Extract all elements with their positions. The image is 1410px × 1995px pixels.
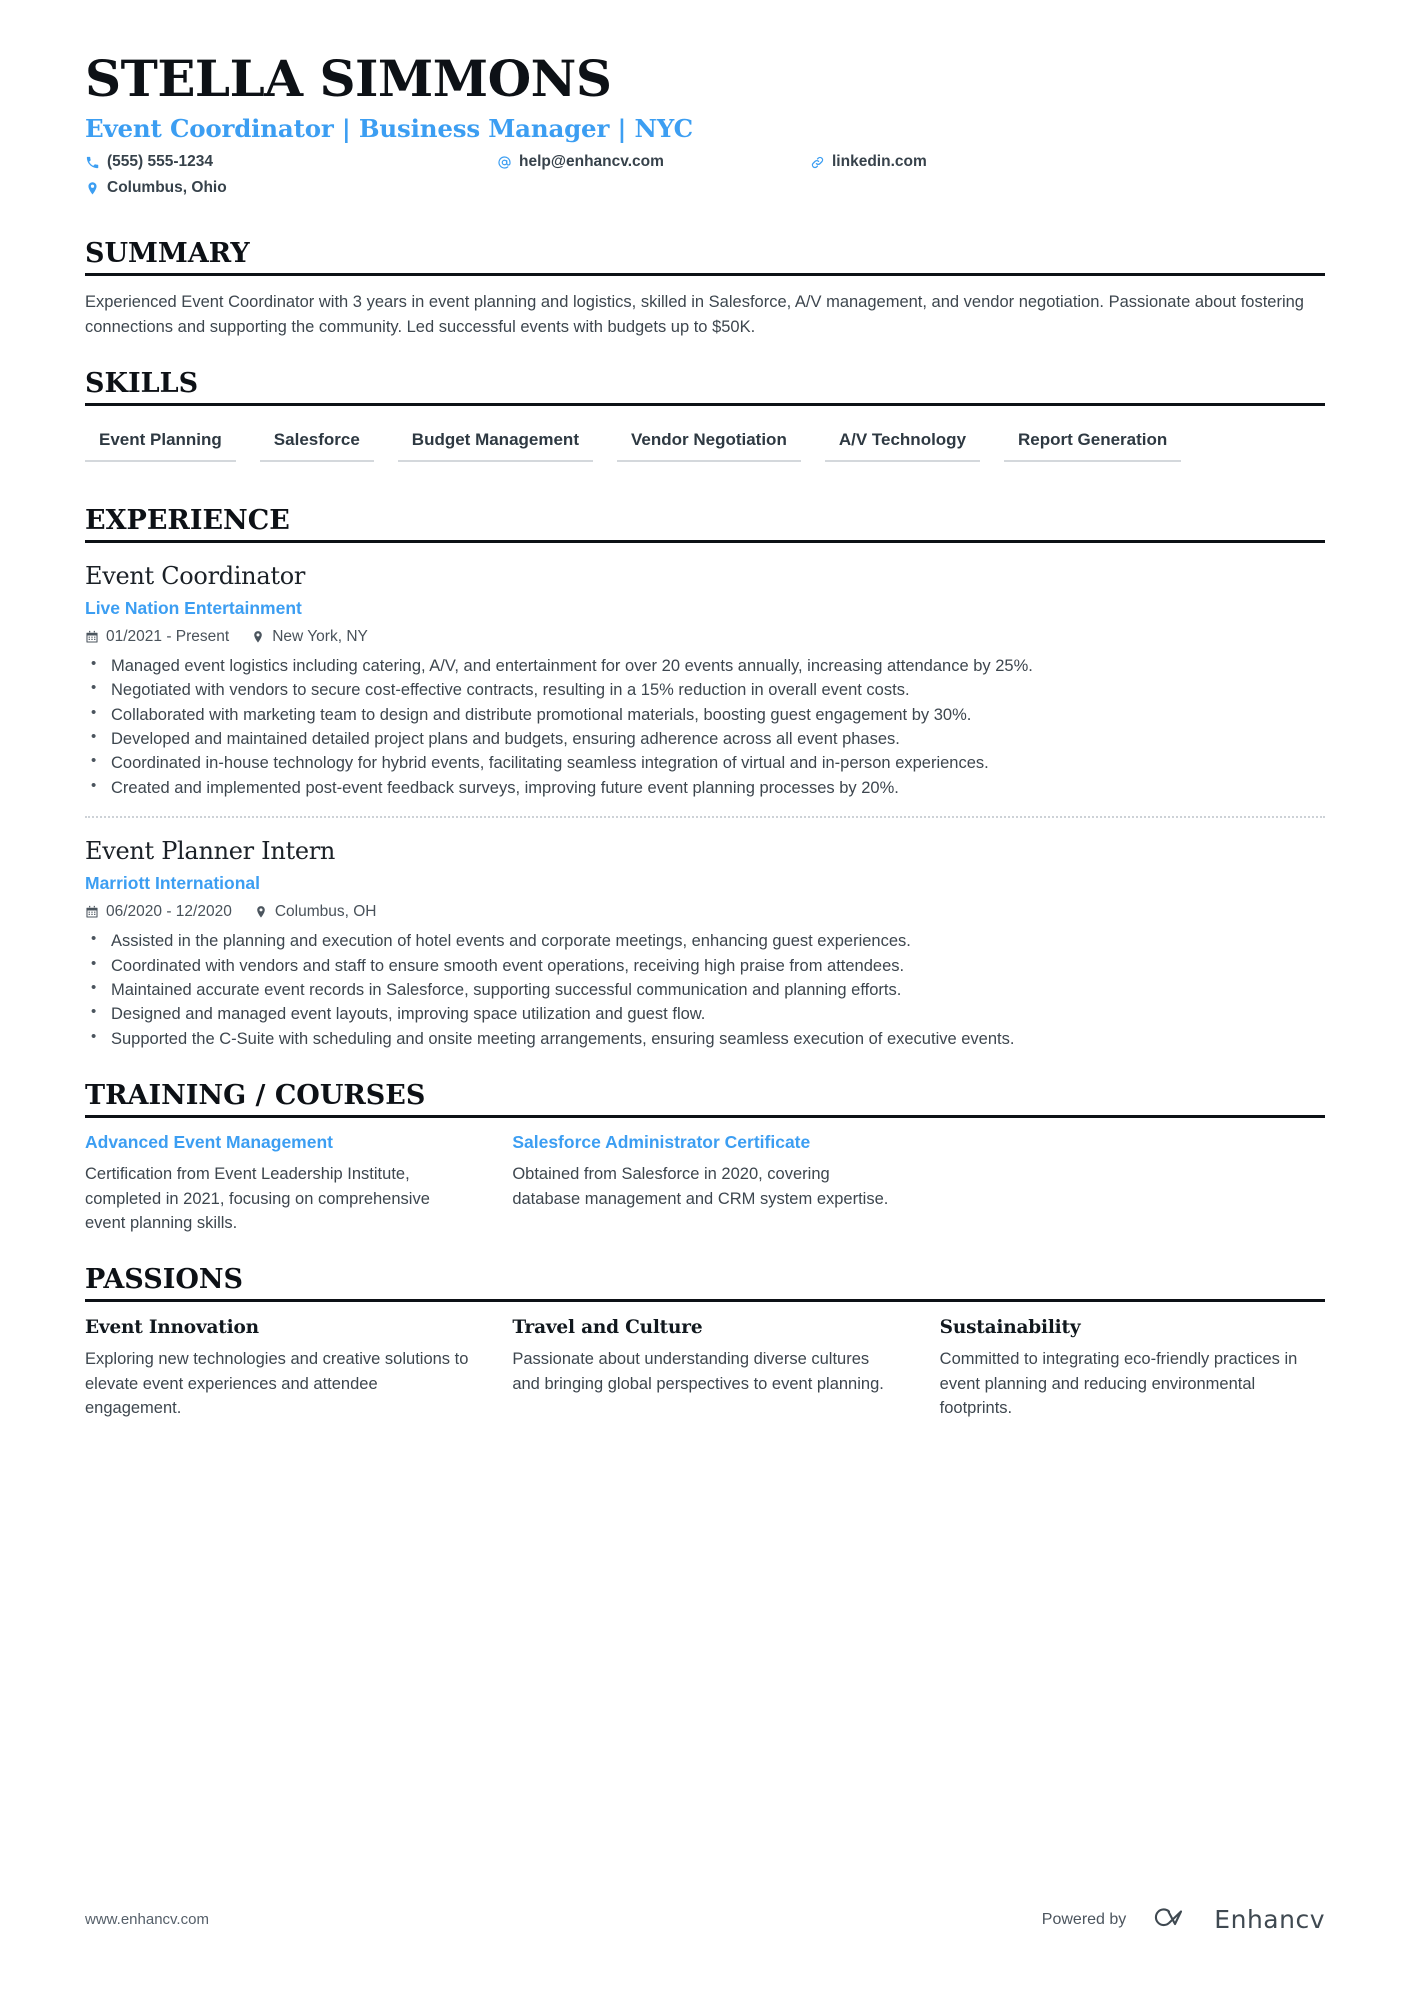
passion-title: Travel and Culture (512, 1317, 703, 1339)
section-summary: SUMMARY Experienced Event Coordinator wi… (85, 238, 1325, 339)
section-rule (85, 1115, 1325, 1119)
job-bullets: Managed event logistics including cateri… (85, 653, 1325, 800)
section-rule (85, 1299, 1325, 1303)
training-description: Obtained from Salesforce in 2020, coveri… (512, 1165, 889, 1208)
phone-icon (85, 155, 100, 170)
job-title: Event Coordinator (85, 561, 306, 590)
job-bullet: Assisted in the planning and execution o… (85, 928, 1325, 953)
training-entry-empty (940, 1132, 1325, 1235)
map-pin-icon (251, 630, 265, 644)
section-experience: EXPERIENCE Event Coordinator Live Nation… (85, 504, 1325, 1052)
section-training: TRAINING / COURSES Advanced Event Manage… (85, 1081, 1325, 1235)
section-rule (85, 403, 1325, 407)
contact-location-text: Columbus, Ohio (107, 179, 227, 197)
training-title[interactable]: Salesforce Administrator Certificate (512, 1132, 897, 1154)
resume-page: STELLA SIMMONS Event Coordinator | Busin… (0, 0, 1410, 1995)
training-list: Advanced Event Management Certification … (85, 1132, 1325, 1235)
professional-headline: Event Coordinator | Business Manager | N… (85, 114, 693, 143)
job-dates-text: 06/2020 - 12/2020 (106, 903, 232, 921)
contact-phone-text: (555) 555-1234 (107, 153, 213, 171)
footer-brand: Powered by Enhancv (1042, 1902, 1325, 1937)
job-bullet: Coordinated in-house technology for hybr… (85, 750, 1325, 775)
section-skills: SKILLS Event Planning Salesforce Budget … (85, 367, 1325, 476)
experience-entry: Event Planner Intern Marriott Internatio… (85, 832, 1325, 1051)
page-title: STELLA SIMMONS (85, 49, 612, 108)
calendar-icon (85, 905, 99, 919)
skill-chip: Report Generation (1004, 420, 1182, 462)
job-bullet: Created and implemented post-event feedb… (85, 775, 1325, 800)
powered-by-label: Powered by (1041, 1910, 1127, 1928)
skill-chip: Salesforce (259, 420, 374, 462)
section-rule (85, 539, 1325, 543)
resume-header: STELLA SIMMONS Event Coordinator | Busin… (85, 0, 1325, 209)
contact-link-text: linkedin.com (832, 153, 927, 171)
job-location: Columbus, OH (254, 903, 377, 921)
experience-divider (85, 816, 1325, 819)
job-bullet: Developed and maintained detailed projec… (85, 726, 1325, 751)
section-passions: PASSIONS Event Innovation Exploring new … (85, 1264, 1325, 1420)
job-meta: 01/2021 - Present New York, NY (85, 628, 1325, 646)
contact-link[interactable]: linkedin.com (810, 153, 927, 171)
link-icon (810, 155, 825, 170)
section-title-experience: EXPERIENCE (85, 504, 290, 536)
job-bullet: Negotiated with vendors to secure cost-e… (85, 677, 1325, 702)
job-company[interactable]: Marriott International (85, 873, 1325, 894)
training-entry: Salesforce Administrator Certificate Obt… (512, 1132, 897, 1235)
map-pin-icon (85, 181, 100, 196)
section-title-training: TRAINING / COURSES (85, 1080, 426, 1112)
summary-text: Experienced Event Coordinator with 3 yea… (85, 293, 1304, 336)
skill-chip: Event Planning (85, 420, 236, 462)
job-bullet: Coordinated with vendors and staff to en… (85, 953, 1325, 978)
job-location: New York, NY (251, 628, 368, 646)
passion-description: Passionate about understanding diverse c… (512, 1350, 884, 1393)
passion-entry: Travel and Culture Passionate about unde… (512, 1316, 897, 1420)
job-location-text: New York, NY (272, 627, 368, 645)
skills-list: Event Planning Salesforce Budget Managem… (85, 420, 1325, 475)
map-pin-icon (254, 905, 268, 919)
passions-list: Event Innovation Exploring new technolog… (85, 1316, 1325, 1420)
passion-title: Event Innovation (85, 1317, 259, 1339)
job-bullet: Managed event logistics including cateri… (85, 653, 1325, 678)
job-company[interactable]: Live Nation Entertainment (85, 598, 1325, 619)
enhancv-logo: Enhancv (1148, 1902, 1325, 1937)
contact-details: (555) 555-1234 help@enhancv.com linkedin… (85, 153, 1325, 209)
skill-chip: Vendor Negotiation (616, 420, 801, 462)
job-dates: 01/2021 - Present (85, 628, 229, 646)
calendar-icon (85, 630, 99, 644)
passion-description: Exploring new technologies and creative … (85, 1350, 469, 1417)
passion-title: Sustainability (939, 1317, 1081, 1339)
passion-description: Committed to integrating eco-friendly pr… (939, 1350, 1298, 1417)
job-meta: 06/2020 - 12/2020 Columbus, OH (85, 903, 1325, 921)
passion-entry: Event Innovation Exploring new technolog… (85, 1316, 470, 1420)
job-dates: 06/2020 - 12/2020 (85, 903, 232, 921)
section-title-summary: SUMMARY (85, 238, 250, 270)
brand-name: Enhancv (1214, 1905, 1325, 1934)
infinity-logo-icon (1148, 1902, 1202, 1937)
footer-url[interactable]: www.enhancv.com (85, 1911, 209, 1928)
job-bullet: Maintained accurate event records in Sal… (85, 977, 1325, 1002)
at-sign-icon (497, 155, 512, 170)
section-title-skills: SKILLS (85, 367, 199, 399)
experience-entry: Event Coordinator Live Nation Entertainm… (85, 557, 1325, 800)
section-title-passions: PASSIONS (85, 1264, 244, 1296)
job-bullet: Designed and managed event layouts, impr… (85, 1001, 1325, 1026)
page-footer: www.enhancv.com Powered by Enhancv (85, 1902, 1325, 1937)
job-dates-text: 01/2021 - Present (106, 627, 230, 645)
job-title: Event Planner Intern (85, 837, 336, 866)
contact-phone[interactable]: (555) 555-1234 (85, 153, 213, 171)
training-description: Certification from Event Leadership Inst… (85, 1165, 430, 1232)
skill-chip: A/V Technology (824, 420, 981, 462)
skill-chip: Budget Management (397, 420, 593, 462)
job-bullets: Assisted in the planning and execution o… (85, 928, 1325, 1051)
contact-location: Columbus, Ohio (85, 179, 227, 197)
training-title[interactable]: Advanced Event Management (85, 1132, 470, 1154)
job-bullet: Collaborated with marketing team to desi… (85, 702, 1325, 727)
job-bullet: Supported the C-Suite with scheduling an… (85, 1026, 1325, 1051)
contact-email[interactable]: help@enhancv.com (497, 153, 664, 171)
job-location-text: Columbus, OH (274, 903, 377, 921)
training-entry: Advanced Event Management Certification … (85, 1132, 470, 1235)
contact-email-text: help@enhancv.com (519, 153, 664, 171)
passion-entry: Sustainability Committed to integrating … (940, 1316, 1325, 1420)
section-rule (85, 273, 1325, 277)
